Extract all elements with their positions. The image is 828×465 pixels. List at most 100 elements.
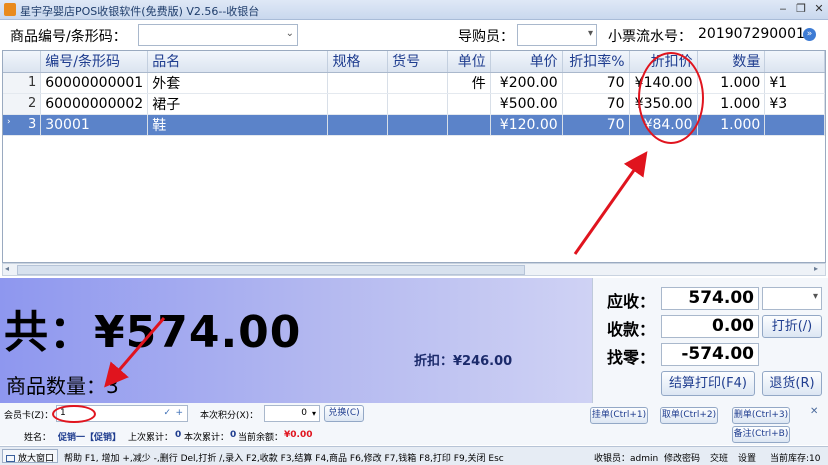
cell-amount[interactable]: ¥1 [764,72,825,94]
cell-spec[interactable] [327,72,389,94]
cell-spec[interactable] [327,114,389,136]
cell-code[interactable]: 60000000001 [40,72,149,94]
spin-icon[interactable]: ▾ [312,406,316,421]
item-count: 商品数量：3 [6,374,119,398]
horizontal-scrollbar[interactable]: ◂ ▸ [2,263,826,276]
guide-select[interactable]: ▾ [517,24,597,46]
cell-rate[interactable]: 70 [562,72,630,94]
cell-amount[interactable] [764,114,825,136]
cashier-label: 收银员：admin [594,454,659,464]
return-button[interactable]: 退货(R) [762,371,822,396]
change-password-link[interactable]: 修改密码 [664,451,700,464]
cell-sku[interactable] [387,114,448,136]
title-bar: 星宇孕婴店POS收银软件(免费版) V2.56--收银台 ‒ ❐ ✕ [0,0,828,20]
received-input[interactable]: 0.00 [661,315,759,338]
member-bar: 会员卡(Z)： 1 ✓ + 本次积分(X)： 0 ▾ 兑换(C) 挂单(Ctrl+1)… [0,403,828,425]
this-total-label: 本次累计： [184,433,230,443]
cell-unit[interactable] [447,114,491,136]
cell-qty[interactable]: 1.000 [697,72,766,94]
cell-sku[interactable] [387,93,448,115]
stock-label: 当前库存:10 [770,454,821,464]
total-amount: 共：¥574.00 [4,307,302,358]
member-info-bar: 姓名： 促销一【促销】 上次累计： 0 本次累计： 0 当前余额： ¥0.00 … [0,425,828,445]
discount-button[interactable]: 打折(/) [762,315,822,338]
header-price[interactable]: 单价 [490,51,563,73]
window-icon [6,455,15,462]
add-icon[interactable]: + [175,406,183,421]
chevron-down-icon[interactable]: ▾ [813,291,818,302]
header-sku[interactable]: 货号 [387,51,448,73]
header-name[interactable]: 品名 [147,51,329,73]
redeem-button[interactable]: 兑换(C) [324,405,364,422]
enlarge-window-button[interactable]: 放大窗口 [2,449,59,464]
restore-icon[interactable]: ❐ [794,2,808,15]
cell-unit[interactable] [447,93,491,115]
settings-link[interactable]: 设置 [738,451,756,464]
cell-sku[interactable] [387,72,448,94]
name-label: 姓名： [24,433,52,443]
member-name: 促销一【促销】 [58,433,122,443]
product-code-input[interactable]: ⌄ [138,24,298,46]
header-unit[interactable]: 单位 [447,51,491,73]
scroll-left-icon[interactable]: ◂ [5,264,9,273]
toolbar: 商品编号/条形码： ⌄ 导购员： ▾ 小票流水号： 201907290001 » [0,20,828,50]
change-value: -574.00 [661,343,759,366]
checkout-print-button[interactable]: 结算打印(F4) [661,371,755,396]
delete-order-button[interactable]: 删单(Ctrl+3) [732,407,790,424]
scroll-right-icon[interactable]: ▸ [814,264,818,273]
header-rate[interactable]: 折扣率% [562,51,630,73]
expand-icon[interactable]: » [803,28,816,41]
cell-qty[interactable]: 1.000 [697,93,766,115]
row-number: 1 [3,72,42,94]
cell-qty[interactable]: 1.000 [697,114,766,136]
cell-name[interactable]: 鞋 [147,114,329,136]
minimize-icon[interactable]: ‒ [776,2,790,15]
check-icon[interactable]: ✓ [163,406,171,421]
cell-price[interactable]: ¥500.00 [490,93,563,115]
cell-code[interactable]: 60000000002 [40,93,149,115]
scrollbar-thumb[interactable] [17,265,525,275]
cell-price[interactable]: ¥200.00 [490,72,563,94]
cell-code[interactable]: 30001 [40,114,149,136]
cell-price[interactable]: ¥120.00 [490,114,563,136]
take-order-button[interactable]: 取单(Ctrl+2) [660,407,718,424]
balance-value: ¥0.00 [284,430,313,440]
cell-rate[interactable]: 70 [562,114,630,136]
hang-order-button[interactable]: 挂单(Ctrl+1) [590,407,648,424]
chevron-down-icon[interactable]: ▾ [588,28,593,39]
row-number: › 3 [3,114,42,136]
received-label: 收款： [607,320,656,339]
cell-unit[interactable]: 件 [447,72,491,94]
close-icon[interactable]: ✕ [812,2,826,15]
shift-link[interactable]: 交班 [710,451,728,464]
header-qty[interactable]: 数量 [697,51,766,73]
last-total-value: 0 [175,430,182,440]
note-button[interactable]: 备注(Ctrl+B) [732,426,790,443]
cell-rate[interactable]: 70 [562,93,630,115]
items-grid[interactable]: 编号/条形码 品名 规格 货号 单位 单价 折扣率% 折扣价 数量 1 6000… [2,50,826,263]
points-input[interactable]: 0 ▾ [264,405,320,422]
payment-panel: 应收： 574.00 ▾ 收款： 0.00 打折(/) 找零： -574.00 … [592,278,828,403]
guide-label: 导购员： [458,29,514,45]
receivable-label: 应收： [607,292,656,311]
header-rowno [3,51,42,73]
balance-label: 当前余额： [238,433,284,443]
receipt-number: 201907290001 [698,26,805,42]
cell-name[interactable]: 裙子 [147,93,329,115]
header-code[interactable]: 编号/条形码 [40,51,149,73]
product-code-label: 商品编号/条形码： [10,29,127,45]
close-panel-icon[interactable]: ✕ [810,406,818,417]
chevron-down-icon[interactable]: ⌄ [286,28,294,39]
summary-panel: 共：¥574.00 商品数量：3 折扣：¥246.00 [0,278,592,403]
status-bar: 放大窗口 帮助 F1, 增加 +,减少 -,删行 Del,打折 /,录入 F2,… [0,446,828,465]
cell-name[interactable]: 外套 [147,72,329,94]
header-spec[interactable]: 规格 [327,51,389,73]
header-amount[interactable] [764,51,825,73]
member-card-label: 会员卡(Z)： [4,411,54,421]
annotation-circle-member-card [52,405,96,423]
points-label: 本次积分(X)： [200,411,259,421]
table-row-selected[interactable]: › 3 30001 鞋 ¥120.00 70 ¥84.00 1.000 [3,114,825,136]
cell-amount[interactable]: ¥3 [764,93,825,115]
payment-method-select[interactable]: ▾ [762,287,822,310]
cell-spec[interactable] [327,93,389,115]
